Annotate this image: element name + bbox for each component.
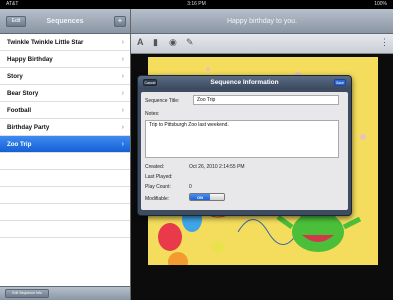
list-item-label: Bear Story [7,90,39,97]
sequence-sidebar: Edit Sequences + Twinkle Twinkle Little … [0,9,131,300]
more-icon[interactable]: ⋮ [380,37,389,48]
created-label: Created: [145,164,165,170]
list-item-label: Football [7,107,32,114]
chevron-right-icon: › [121,141,124,148]
clock: 3:16 PM [187,1,206,7]
edit-sequence-info-button[interactable]: Edit Sequence Info [5,289,49,298]
list-item[interactable]: Football › [0,102,130,119]
created-value: Oct 26, 2010 2:14:55 PM [189,164,245,170]
play-count-value: 0 [189,184,192,190]
sequence-title-input[interactable]: Zoo Trip [193,95,339,105]
list-item-label: Birthday Party [7,124,50,131]
chevron-right-icon: › [121,90,124,97]
empty-row [0,187,130,204]
modifiable-toggle[interactable]: ON [189,193,225,201]
empty-row [0,204,130,221]
battery-label: 100% [374,1,387,7]
detail-title: Happy birthday to you. [226,18,298,25]
chevron-right-icon: › [121,124,124,131]
editor-toolbar: A ▮ ◉ ✎ ⋮ [131,34,393,54]
chevron-right-icon: › [121,107,124,114]
chevron-right-icon: › [121,56,124,63]
popover-body: Sequence Title: Zoo Trip Notes: Trip to … [141,92,348,210]
add-sequence-button[interactable]: + [114,16,126,27]
sidebar-bottom-bar: Edit Sequence Info [0,286,130,300]
chevron-right-icon: › [121,39,124,46]
detail-nav-bar: Happy birthday to you. [131,9,393,34]
list-item-label: Twinkle Twinkle Little Star [7,39,84,46]
toggle-knob [210,194,224,200]
list-item-label: Story [7,73,23,80]
title-field-label: Sequence Title: [145,98,180,104]
brush-icon[interactable]: ✎ [186,37,194,48]
save-button[interactable]: Save [334,79,346,86]
status-bar: AT&T 3:16 PM 100% [0,0,393,9]
sequence-info-popover: Cancel Sequence Information Save Sequenc… [137,75,352,216]
chevron-right-icon: › [121,73,124,80]
eye-icon[interactable]: ◉ [169,37,177,48]
notes-label: Notes: [145,111,160,117]
empty-row [0,221,130,238]
toggle-on-label: ON [190,194,210,200]
list-item-selected[interactable]: Zoo Trip › [0,136,130,153]
list-item-label: Happy Birthday [7,56,53,63]
list-item[interactable]: Twinkle Twinkle Little Star › [0,34,130,51]
list-item[interactable]: Birthday Party › [0,119,130,136]
list-item-label: Zoo Trip [7,141,32,148]
play-count-label: Play Count: [145,184,171,190]
microphone-icon[interactable]: ▮ [153,37,158,48]
sequence-list: Twinkle Twinkle Little Star › Happy Birth… [0,34,130,238]
sidebar-nav-bar: Edit Sequences + [0,9,130,34]
text-tool-icon[interactable]: A [137,37,144,47]
popover-header: Cancel Sequence Information Save [138,76,351,89]
last-played-label: Last Played: [145,174,173,180]
list-item[interactable]: Bear Story › [0,85,130,102]
empty-row [0,153,130,170]
list-item[interactable]: Story › [0,68,130,85]
modifiable-label: Modifiable: [145,196,170,202]
list-item[interactable]: Happy Birthday › [0,51,130,68]
popover-title: Sequence Information [210,79,279,86]
notes-textarea[interactable]: Trip to Pittsburgh Zoo last weekend. [145,120,339,158]
sidebar-title: Sequences [46,18,84,25]
empty-row [0,170,130,187]
